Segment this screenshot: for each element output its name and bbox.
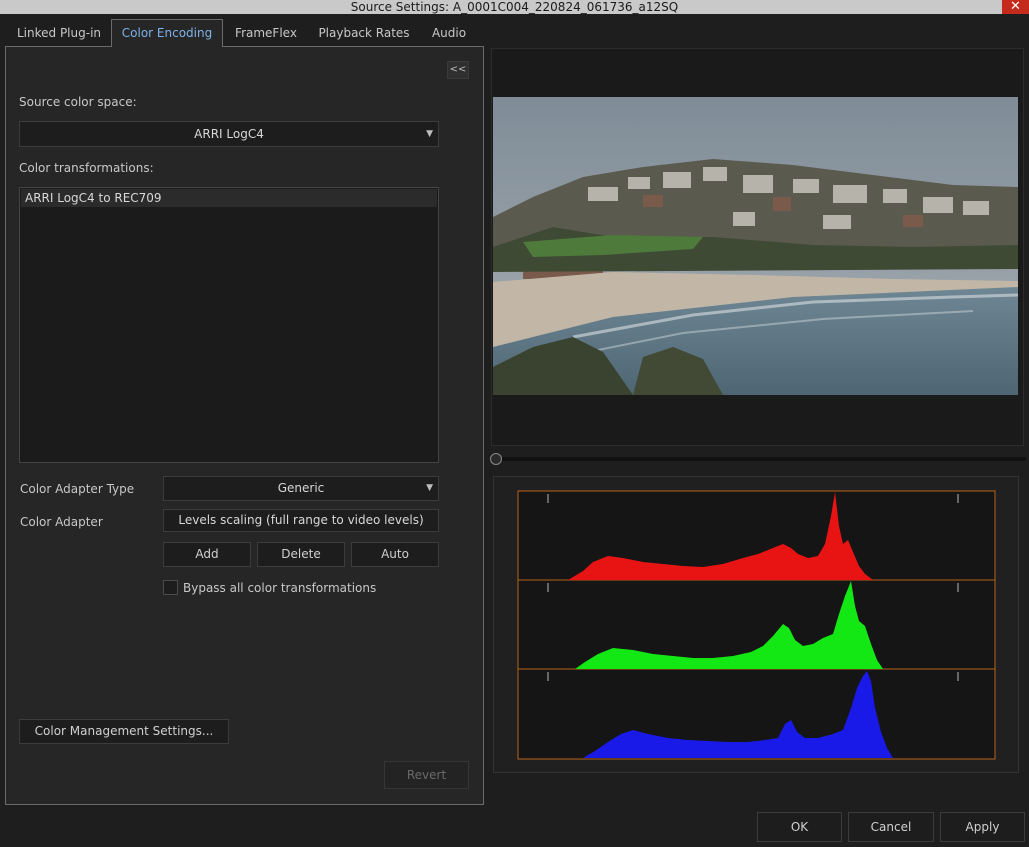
cancel-button[interactable]: Cancel xyxy=(848,812,934,842)
tab-linked-plugin[interactable]: Linked Plug-in xyxy=(12,20,106,46)
source-color-space-value: ARRI LogC4 xyxy=(194,127,264,141)
tab-playback-rates[interactable]: Playback Rates xyxy=(312,20,416,46)
rgb-histogram xyxy=(517,490,996,760)
timeline-scrubber[interactable] xyxy=(492,457,1026,461)
list-item[interactable]: ARRI LogC4 to REC709 xyxy=(21,189,437,207)
chevron-down-icon: ▼ xyxy=(426,129,433,139)
color-management-settings-button[interactable]: Color Management Settings... xyxy=(19,719,229,744)
color-adapter-type-dropdown[interactable]: Generic ▼ xyxy=(163,476,439,501)
delete-button[interactable]: Delete xyxy=(257,542,345,567)
add-button[interactable]: Add xyxy=(163,542,251,567)
chevron-down-icon: ▼ xyxy=(426,483,433,493)
tab-audio[interactable]: Audio xyxy=(424,20,474,46)
color-adapter-type-value: Generic xyxy=(277,481,325,495)
color-adapter-label: Color Adapter xyxy=(20,515,103,529)
video-preview-image xyxy=(493,97,1018,395)
bypass-label[interactable]: Bypass all color transformations xyxy=(183,580,376,596)
close-icon[interactable]: ✕ xyxy=(1002,0,1029,14)
apply-button[interactable]: Apply xyxy=(940,812,1025,842)
tab-color-encoding[interactable]: Color Encoding xyxy=(111,19,223,47)
color-transformations-list[interactable]: ARRI LogC4 to REC709 xyxy=(19,187,439,463)
color-adapter-type-label: Color Adapter Type xyxy=(20,482,135,496)
color-transformations-label: Color transformations: xyxy=(19,161,154,175)
color-adapter-field[interactable]: Levels scaling (full range to video leve… xyxy=(163,509,439,532)
scrubber-handle[interactable] xyxy=(490,453,502,465)
revert-button[interactable]: Revert xyxy=(384,761,469,789)
window-title: Source Settings: A_0001C004_220824_06173… xyxy=(0,0,1029,14)
auto-button[interactable]: Auto xyxy=(351,542,439,567)
source-color-space-dropdown[interactable]: ARRI LogC4 ▼ xyxy=(19,121,439,147)
bypass-checkbox[interactable] xyxy=(163,580,178,595)
source-color-space-label: Source color space: xyxy=(19,95,137,109)
ok-button[interactable]: OK xyxy=(757,812,842,842)
tab-frameflex[interactable]: FrameFlex xyxy=(229,20,303,46)
collapse-panel-button[interactable]: << xyxy=(447,61,469,79)
